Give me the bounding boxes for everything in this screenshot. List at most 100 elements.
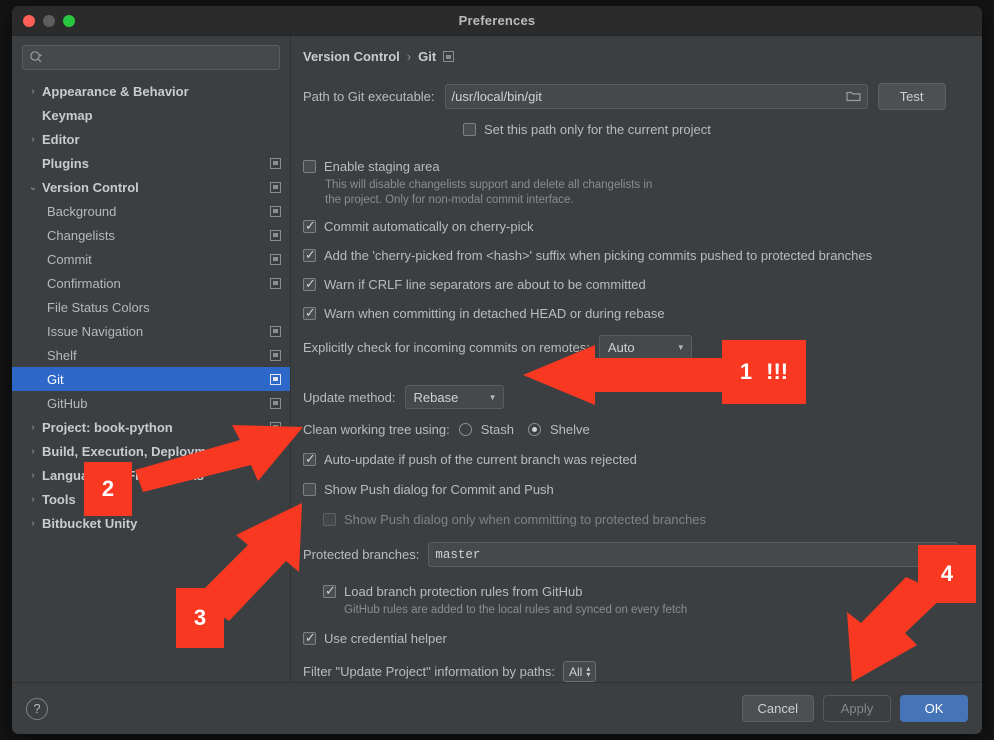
show-push-dialog-checkbox[interactable] [303,483,316,496]
sidebar-item-label: Version Control [42,180,270,195]
sidebar-item-label: Confirmation [47,276,270,291]
annotation-badge-1-number: 1 [740,359,752,385]
incoming-commits-combo[interactable]: Auto ▼ [599,335,692,359]
sidebar-item-confirmation[interactable]: Confirmation [12,271,290,295]
sidebar-item-bitbucket-unity[interactable]: ›Bitbucket Unity [12,511,290,535]
sidebar-item-plugins[interactable]: Plugins [12,151,290,175]
protected-branches-input[interactable]: master [428,542,958,567]
sidebar-item-version-control[interactable]: ⌄Version Control [12,175,290,199]
chevron-icon[interactable]: › [24,422,42,433]
chevron-icon[interactable]: › [24,86,42,97]
load-branch-rules-checkbox[interactable] [323,585,336,598]
cancel-button[interactable]: Cancel [742,695,814,722]
auto-update-checkbox[interactable] [303,453,316,466]
sidebar-item-label: Appearance & Behavior [42,84,281,99]
sidebar-item-label: Background [47,204,270,219]
sidebar-item-build-execution-deployment[interactable]: ›Build, Execution, Deployment [12,439,290,463]
clean-stash-radio[interactable] [459,423,472,436]
breadcrumb-leaf: Git [418,49,436,64]
update-method-row: Update method: Rebase ▼ [303,385,968,409]
window-title: Preferences [12,13,982,28]
filter-paths-row: Filter "Update Project" information by p… [303,661,968,682]
sidebar-item-editor[interactable]: ›Editor [12,127,290,151]
sidebar-item-git[interactable]: Git [12,367,290,391]
protected-branches-label: Protected branches: [303,547,419,562]
sidebar-item-commit[interactable]: Commit [12,247,290,271]
show-push-dialog-row[interactable]: Show Push dialog for Commit and Push [303,482,968,497]
sidebar-item-languages-frameworks[interactable]: ›Languages & Frameworks [12,463,290,487]
enable-staging-row[interactable]: Enable staging area [303,159,968,174]
load-branch-rules-row[interactable]: Load branch protection rules from GitHub [323,584,968,599]
chevron-icon[interactable]: › [24,134,42,145]
set-path-only-checkbox[interactable] [463,123,476,136]
show-push-protected-row[interactable]: Show Push dialog only when committing to… [323,512,968,527]
git-option-label: Warn when committing in detached HEAD or… [324,306,665,321]
test-button[interactable]: Test [878,83,946,110]
sidebar-item-project-book-python[interactable]: ›Project: book-python [12,415,290,439]
clean-shelve-label: Shelve [550,422,590,437]
git-option-checkbox[interactable] [303,249,316,262]
show-push-protected-checkbox[interactable] [323,513,336,526]
annotation-badge-1-exclaim: !!! [766,359,788,385]
git-path-label: Path to Git executable: [303,89,435,104]
incoming-commits-row: Explicitly check for incoming commits on… [303,335,968,359]
breadcrumb-root[interactable]: Version Control [303,49,400,64]
settings-tree: ›Appearance & BehaviorKeymap›EditorPlugi… [12,77,290,734]
chevron-icon[interactable]: ⌄ [24,182,42,193]
sidebar-item-changelists[interactable]: Changelists [12,223,290,247]
sidebar-item-shelf[interactable]: Shelf [12,343,290,367]
auto-update-row[interactable]: Auto-update if push of the current branc… [303,452,968,467]
enable-staging-checkbox[interactable] [303,160,316,173]
chevron-icon[interactable]: › [24,494,42,505]
preferences-window: Preferences ›Appear [12,6,982,734]
sidebar-item-github[interactable]: GitHub [12,391,290,415]
git-option-row[interactable]: Warn when committing in detached HEAD or… [303,306,968,321]
modified-indicator-icon [270,182,281,193]
enable-staging-hint-line1: This will disable changelists support an… [325,178,968,193]
set-path-only-row[interactable]: Set this path only for the current proje… [463,122,968,137]
sidebar-item-label: Plugins [42,156,270,171]
filter-paths-stepper[interactable]: All ▴▾ [563,661,596,682]
modified-indicator-icon [270,350,281,361]
git-path-row: Path to Git executable: /usr/local/bin/g… [303,83,968,110]
git-option-checkbox[interactable] [303,278,316,291]
sidebar-item-label: Keymap [42,108,281,123]
sidebar-item-file-status-colors[interactable]: File Status Colors [12,295,290,319]
sidebar-item-appearance-behavior[interactable]: ›Appearance & Behavior [12,79,290,103]
git-option-checkbox[interactable] [303,307,316,320]
git-option-row[interactable]: Warn if CRLF line separators are about t… [303,277,968,292]
sidebar-item-issue-navigation[interactable]: Issue Navigation [12,319,290,343]
git-option-row[interactable]: Commit automatically on cherry-pick [303,219,968,234]
clean-shelve-radio[interactable] [528,423,541,436]
chevron-icon[interactable]: › [24,470,42,481]
sidebar-item-tools[interactable]: ›Tools [12,487,290,511]
enable-staging-hint-line2: the project. Only for non-modal commit i… [325,193,968,208]
dialog-footer: ? Cancel Apply OK [12,682,982,734]
load-branch-rules-label: Load branch protection rules from GitHub [344,584,582,599]
help-button[interactable]: ? [26,698,48,720]
chevron-icon[interactable]: › [24,446,42,457]
folder-icon[interactable] [846,89,861,105]
git-path-input[interactable]: /usr/local/bin/git [445,84,868,109]
set-path-only-label: Set this path only for the current proje… [484,122,711,137]
sidebar-item-background[interactable]: Background [12,199,290,223]
modified-indicator-icon [270,206,281,217]
ok-button[interactable]: OK [900,695,968,722]
sidebar-item-label: Commit [47,252,270,267]
apply-button[interactable]: Apply [823,695,891,722]
git-option-checkbox[interactable] [303,220,316,233]
filter-paths-value: All [569,665,582,679]
sidebar-item-label: Changelists [47,228,270,243]
credential-helper-checkbox[interactable] [303,632,316,645]
breadcrumb-separator: › [407,49,411,64]
chevron-icon[interactable]: › [24,518,42,529]
git-path-value: /usr/local/bin/git [452,89,542,104]
git-option-row[interactable]: Add the 'cherry-picked from <hash>' suff… [303,248,968,263]
modified-indicator-icon [270,422,281,433]
sidebar-item-keymap[interactable]: Keymap [12,103,290,127]
search-input[interactable] [22,45,280,70]
credential-helper-row[interactable]: Use credential helper [303,631,968,646]
chevron-down-icon: ▼ [489,393,497,402]
protected-branches-value: master [435,548,480,562]
update-method-combo[interactable]: Rebase ▼ [405,385,504,409]
